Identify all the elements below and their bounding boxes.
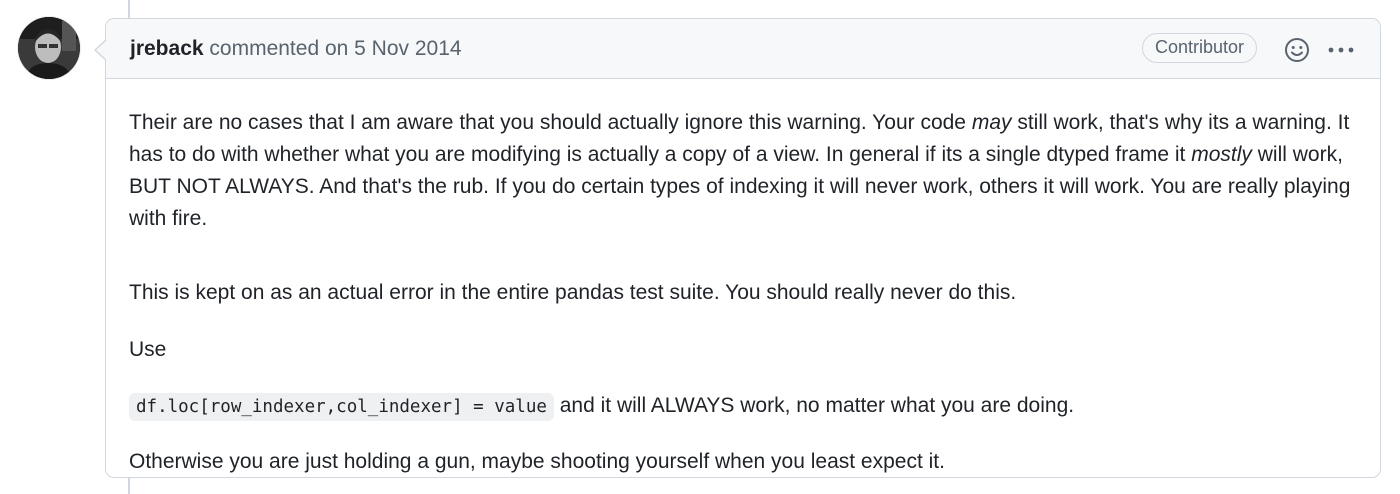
paragraph-closing: Otherwise you are just holding a gun, ma… [129,450,945,473]
inline-code: df.loc[row_indexer,col_indexer] = value [129,393,554,421]
comment-header: jreback commented on 5 Nov 2014 Contribu… [106,19,1380,79]
paragraph-code-usage: df.loc[row_indexer,col_indexer] = value … [129,390,1074,423]
contributor-badge: Contributor [1142,33,1258,63]
paragraph-use: Use [129,338,167,361]
paragraph-warning: Their are no cases that I am aware that … [129,111,1351,230]
paragraph-test-suite: This is kept on as an actual error in th… [129,281,1017,304]
kebab-horizontal-icon [1328,47,1354,53]
comment-action: commented on 5 Nov 2014 [209,37,462,60]
issue-timeline: jreback commented on 5 Nov 2014 Contribu… [0,0,1400,494]
emphasis-mostly: mostly [1191,143,1252,166]
smiley-icon [1285,38,1309,62]
comment-options-button[interactable] [1326,37,1356,63]
comment-meta: jreback commented on 5 Nov 2014 [130,37,462,61]
issue-comment: jreback commented on 5 Nov 2014 Contribu… [94,18,1381,478]
user-avatar-image [18,17,80,79]
add-reaction-button[interactable] [1284,37,1310,63]
emphasis-may: may [971,111,1012,134]
author-link[interactable]: jreback [130,37,204,60]
author-avatar[interactable] [18,17,80,79]
comment-date[interactable]: 5 Nov 2014 [354,37,461,60]
